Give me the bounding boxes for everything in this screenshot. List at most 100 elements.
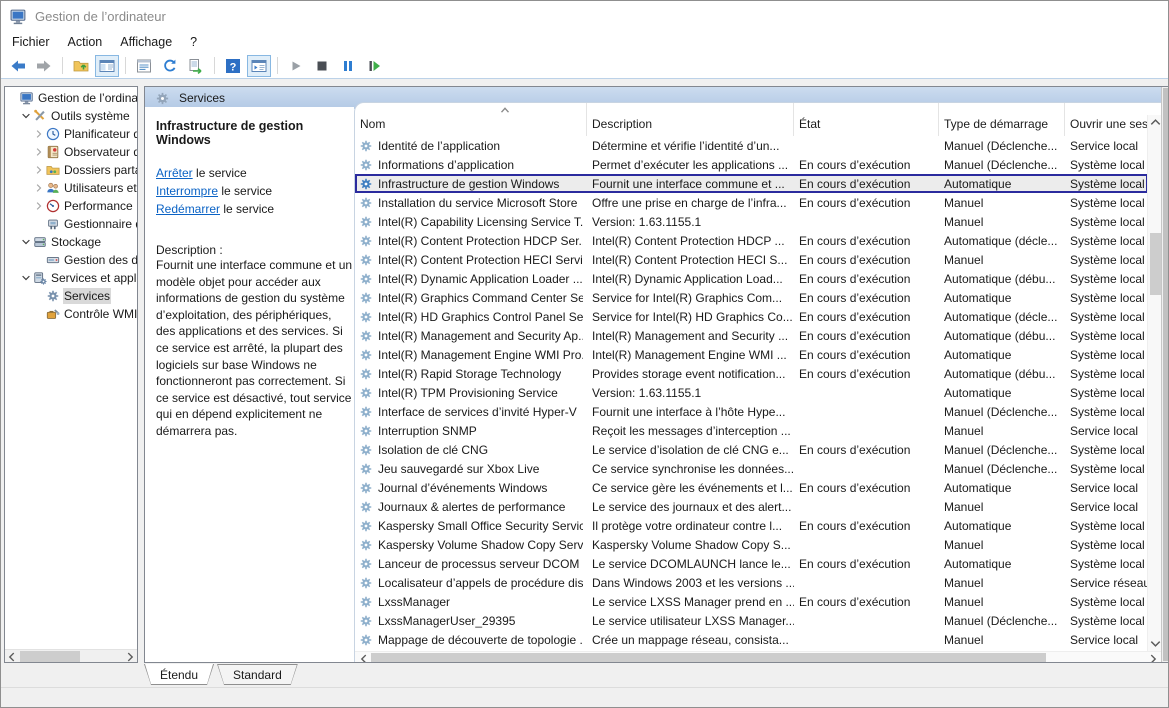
tree-item-dossiers-partag-s[interactable]: Dossiers partagés: [5, 161, 137, 179]
scrollbar-thumb[interactable]: [1163, 88, 1169, 661]
column-header-description[interactable]: Description: [587, 103, 794, 136]
chevron-down-icon[interactable]: [20, 236, 32, 248]
tree-item-gestion-des-disques[interactable]: Gestion des disques: [5, 251, 137, 269]
column-header-status[interactable]: État: [794, 103, 939, 136]
chevron-right-icon[interactable]: [33, 164, 45, 176]
tree-item-label: Services: [64, 289, 110, 303]
tree-item-observateur-d-v-nements[interactable]: Observateur d’événements: [5, 143, 137, 161]
help-button[interactable]: ?: [221, 55, 245, 77]
chevron-down-icon[interactable]: [20, 272, 32, 284]
stop-service-button[interactable]: [310, 55, 334, 77]
service-action-link-arr-ter[interactable]: Arrêter: [156, 166, 193, 180]
pane-vertical-scrollbar[interactable]: [1161, 87, 1169, 662]
tab-standard[interactable]: Standard: [217, 664, 298, 685]
scroll-left-arrow[interactable]: [5, 650, 19, 663]
service-action-link-interrompre[interactable]: Interrompre: [156, 184, 218, 198]
up-one-level-button[interactable]: [69, 55, 93, 77]
scroll-right-arrow[interactable]: [123, 650, 137, 663]
chevron-right-icon[interactable]: [33, 200, 45, 212]
tree-item-utilisateurs-et-groupes-locaux[interactable]: Utilisateurs et groupes locaux: [5, 179, 137, 197]
start-service-button[interactable]: [284, 55, 308, 77]
properties-button[interactable]: [132, 55, 156, 77]
column-header-name[interactable]: Nom: [355, 103, 587, 136]
scroll-up-arrow[interactable]: [1148, 115, 1162, 130]
export-list-button[interactable]: [184, 55, 208, 77]
restart-service-button[interactable]: [362, 55, 386, 77]
service-row[interactable]: Identité de l’applicationDétermine et vé…: [355, 136, 1148, 155]
service-logon-cell: Système local: [1065, 158, 1148, 172]
service-row[interactable]: Intel(R) HD Graphics Control Panel Ser..…: [355, 307, 1148, 326]
chevron-down-icon[interactable]: [20, 110, 32, 122]
service-row[interactable]: Intel(R) Management Engine WMI Pro...Int…: [355, 345, 1148, 364]
scrollbar-thumb[interactable]: [20, 651, 80, 662]
service-row[interactable]: LxssManagerUser_29395Le service utilisat…: [355, 611, 1148, 630]
service-name: Localisateur d’appels de procédure dis..…: [378, 576, 583, 590]
tree-item-gestionnaire-de-p-riph-riques[interactable]: Gestionnaire de périphériques: [5, 215, 137, 233]
service-row[interactable]: Intel(R) Dynamic Application Loader ...I…: [355, 269, 1148, 288]
service-row[interactable]: Localisateur d’appels de procédure dis..…: [355, 573, 1148, 592]
tree-item-stockage[interactable]: Stockage: [5, 233, 137, 251]
service-row[interactable]: Isolation de clé CNGLe service d’isolati…: [355, 440, 1148, 459]
arrow-left-icon: [10, 58, 26, 74]
menu-item-fichier[interactable]: Fichier: [3, 33, 59, 51]
service-row[interactable]: Interface de services d’invité Hyper-VFo…: [355, 402, 1148, 421]
tree-item-services-et-applications[interactable]: Services et applications: [5, 269, 137, 287]
chevron-right-icon[interactable]: [33, 146, 45, 158]
service-row[interactable]: Lanceur de processus serveur DCOMLe serv…: [355, 554, 1148, 573]
back-button[interactable]: [6, 55, 30, 77]
scroll-right-arrow[interactable]: [1146, 652, 1160, 663]
service-row[interactable]: Mappage de découverte de topologie ...Cr…: [355, 630, 1148, 649]
list-vertical-scrollbar[interactable]: [1147, 115, 1162, 651]
chevron-right-icon[interactable]: [33, 182, 45, 194]
service-row[interactable]: Jeu sauvegardé sur Xbox LiveCe service s…: [355, 459, 1148, 478]
service-row[interactable]: Interruption SNMPReçoit les messages d’i…: [355, 421, 1148, 440]
column-header-startup[interactable]: Type de démarrage: [939, 103, 1065, 136]
service-row[interactable]: Intel(R) Capability Licensing Service T.…: [355, 212, 1148, 231]
tree-item-outils-syst-me[interactable]: Outils système: [5, 107, 137, 125]
tree-item-gestion-de-l-ordinateur[interactable]: Gestion de l’ordinateur: [5, 89, 137, 107]
service-action-link-red-marrer[interactable]: Redémarrer: [156, 202, 220, 216]
menu-item-action[interactable]: Action: [59, 33, 112, 51]
service-name: Interface de services d’invité Hyper-V: [378, 405, 577, 419]
scroll-left-arrow[interactable]: [357, 652, 371, 663]
scrollbar-thumb[interactable]: [371, 653, 1046, 663]
refresh-button[interactable]: [158, 55, 182, 77]
service-row[interactable]: Intel(R) Management and Security Ap...In…: [355, 326, 1148, 345]
menu-item-help[interactable]: ?: [181, 33, 206, 51]
service-row[interactable]: Journal d’événements WindowsCe service g…: [355, 478, 1148, 497]
service-row[interactable]: Intel(R) TPM Provisioning ServiceVersion…: [355, 383, 1148, 402]
chevron-right-icon[interactable]: [33, 128, 45, 140]
service-row[interactable]: Kaspersky Volume Shadow Copy Servi...Kas…: [355, 535, 1148, 554]
service-row[interactable]: Intel(R) Rapid Storage TechnologyProvide…: [355, 364, 1148, 383]
service-row[interactable]: LxssManagerLe service LXSS Manager prend…: [355, 592, 1148, 611]
service-row[interactable]: Intel(R) Graphics Command Center Se...Se…: [355, 288, 1148, 307]
service-logon-cell: Système local: [1065, 329, 1148, 343]
service-row[interactable]: Kaspersky Small Office Security Servic..…: [355, 516, 1148, 535]
pause-service-button[interactable]: [336, 55, 360, 77]
service-description-cell: Permet d’exécuter les applications ...: [587, 158, 794, 172]
service-row[interactable]: Intel(R) Content Protection HDCP Ser...I…: [355, 231, 1148, 250]
tab-tendu[interactable]: Étendu: [144, 664, 214, 685]
forward-button[interactable]: [32, 55, 56, 77]
service-name-cell: LxssManager: [355, 595, 587, 609]
tree-item-performance[interactable]: Performance: [5, 197, 137, 215]
service-logon-cell: Système local: [1065, 348, 1148, 362]
menu-item-affichage[interactable]: Affichage: [111, 33, 181, 51]
scrollbar-thumb[interactable]: [1150, 233, 1161, 295]
service-row[interactable]: Installation du service Microsoft StoreO…: [355, 193, 1148, 212]
service-row[interactable]: Informations d’applicationPermet d’exécu…: [355, 155, 1148, 174]
tree-item-services[interactable]: Services: [5, 287, 137, 305]
service-row[interactable]: Intel(R) Content Protection HECI Servi..…: [355, 250, 1148, 269]
list-horizontal-scrollbar[interactable]: [355, 651, 1162, 663]
scroll-down-arrow[interactable]: [1148, 636, 1162, 651]
service-row[interactable]: Infrastructure de gestion WindowsFournit…: [355, 174, 1148, 193]
tree-item-contr-le-wmi[interactable]: Contrôle WMI: [5, 305, 137, 323]
tree-item-planificateur-de-t-ches[interactable]: Planificateur de tâches: [5, 125, 137, 143]
tree-horizontal-scrollbar[interactable]: [5, 649, 137, 662]
status-bar: [1, 687, 1168, 708]
show-console-tree-button[interactable]: [95, 55, 119, 77]
service-row[interactable]: Journaux & alertes de performanceLe serv…: [355, 497, 1148, 516]
column-header-logon[interactable]: Ouvrir une session: [1065, 103, 1148, 136]
service-startup-cell: Manuel (Déclenche...: [939, 614, 1065, 628]
extended-view-button[interactable]: [247, 55, 271, 77]
